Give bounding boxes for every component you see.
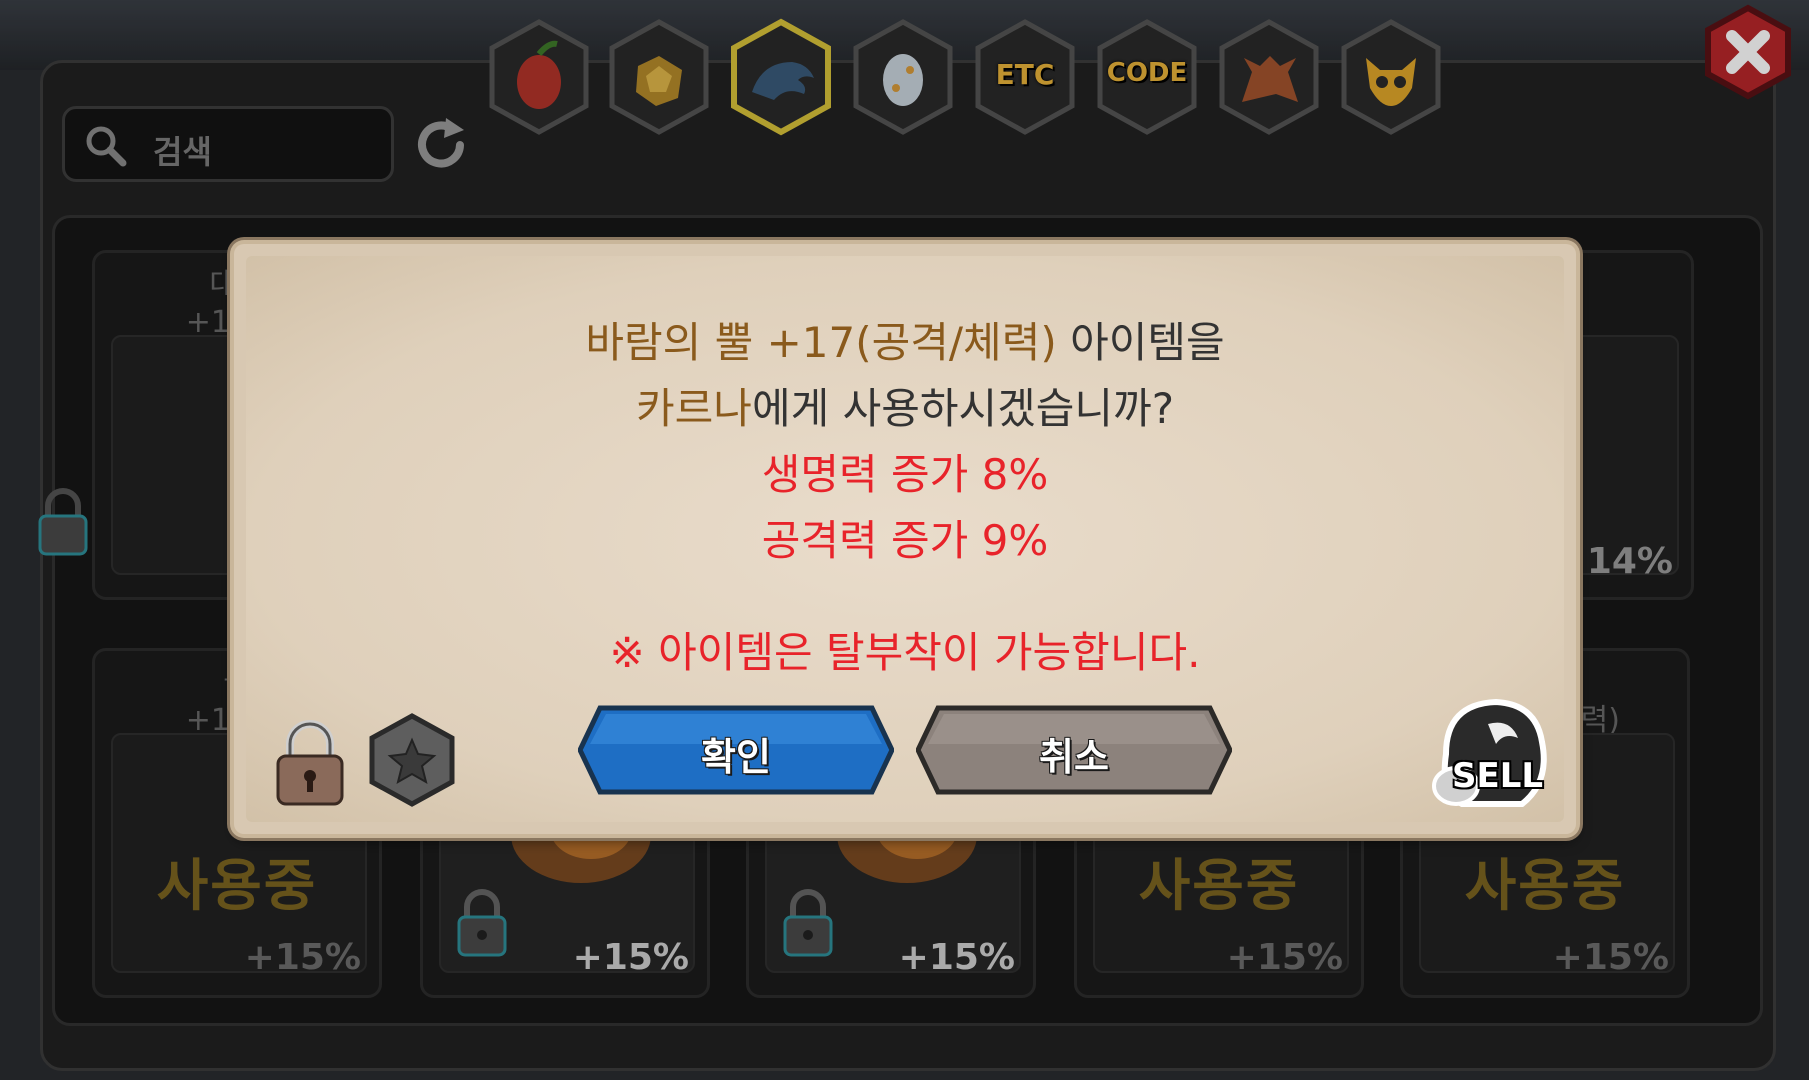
- favorite-star-icon[interactable]: [368, 712, 456, 808]
- character-name: 카르나: [636, 384, 752, 433]
- dialog-message-line2: 카르나에게 사용하시겠습니까?: [636, 384, 1174, 433]
- stat-atk-increase: 공격력 증가 9%: [761, 516, 1049, 565]
- sell-bag-icon: [1432, 698, 1547, 807]
- cancel-button[interactable]: 취소: [916, 704, 1232, 796]
- item-name: 바람의 뿔 +17(공격/체력): [585, 318, 1057, 367]
- stat-hp-increase: 생명력 증가 8%: [761, 450, 1049, 499]
- confirm-button[interactable]: 확인: [578, 704, 894, 796]
- detach-note: ※ 아이템은 탈부착이 가능합니다.: [609, 628, 1201, 677]
- sell-button[interactable]: SELL: [1416, 694, 1556, 814]
- dialog-message-line1: 바람의 뿔 +17(공격/체력) 아이템을: [585, 318, 1225, 367]
- lock-button-icon[interactable]: [274, 718, 346, 808]
